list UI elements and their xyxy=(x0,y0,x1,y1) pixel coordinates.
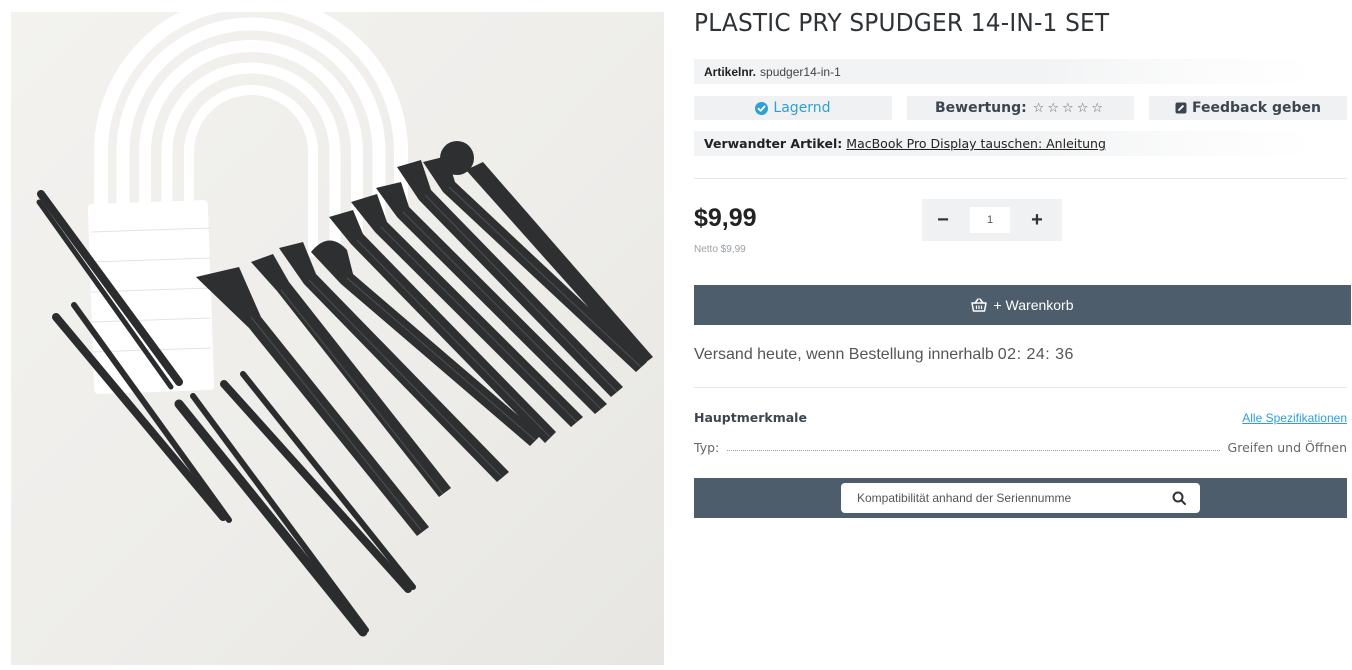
sku-value: spudger14-in-1 xyxy=(760,64,841,79)
add-to-cart-label: + Warenkorb xyxy=(993,297,1074,313)
features-title: Hauptmerkmale xyxy=(694,410,807,425)
spudgers xyxy=(196,141,653,536)
shipping-text: Versand heute, wenn Bestellung innerhalb xyxy=(694,346,994,363)
all-specifications-link[interactable]: Alle Spezifikationen xyxy=(1242,411,1347,425)
quantity-decrease-button[interactable]: − xyxy=(922,199,964,241)
sku-label: Artikelnr. xyxy=(704,64,757,79)
spec-value: Greifen und Öffnen xyxy=(1227,440,1347,455)
netto-price: Netto $9,99 xyxy=(694,244,746,255)
edit-square-icon xyxy=(1175,102,1187,114)
shipping-info: Versand heute, wenn Bestellung innerhalb… xyxy=(694,346,1074,364)
search-icon[interactable] xyxy=(1172,491,1186,505)
divider xyxy=(694,387,1347,388)
shipping-countdown: 02: 24: 36 xyxy=(997,346,1074,363)
rating-label: Bewertung: xyxy=(934,100,1027,116)
serial-search-box xyxy=(841,483,1200,513)
stock-label: Lagernd xyxy=(773,100,831,116)
spec-row: Typ: Greifen und Öffnen xyxy=(694,440,1347,455)
spudger-set-illustration xyxy=(36,12,653,637)
rating[interactable]: Bewertung: ☆☆☆☆☆ xyxy=(907,96,1134,120)
stock-status: Lagernd xyxy=(694,96,892,120)
check-circle-icon xyxy=(755,101,769,115)
product-title: PLASTIC PRY SPUDGER 14-IN-1 SET xyxy=(694,8,1110,37)
feedback-button[interactable]: Feedback geben xyxy=(1149,96,1347,120)
related-label: Verwandter Artikel: xyxy=(704,136,843,151)
spec-label: Typ: xyxy=(694,440,720,455)
related-article-link[interactable]: MacBook Pro Display tauschen: Anleitung xyxy=(846,136,1106,151)
related-article: Verwandter Artikel: MacBook Pro Display … xyxy=(694,131,1314,156)
serial-search-bar xyxy=(694,478,1347,518)
feedback-label: Feedback geben xyxy=(1192,100,1321,116)
sku-strip: Artikelnr. spudger14-in-1 xyxy=(694,59,1314,84)
quantity-input[interactable] xyxy=(970,207,1010,233)
divider xyxy=(694,178,1347,179)
spec-leader-dots xyxy=(727,450,1220,451)
rating-stars[interactable]: ☆☆☆☆☆ xyxy=(1033,101,1106,116)
add-to-cart-button[interactable]: + Warenkorb xyxy=(694,285,1351,325)
price: $9,99 xyxy=(694,204,757,232)
quantity-stepper: − + xyxy=(922,199,1062,241)
quantity-increase-button[interactable]: + xyxy=(1016,199,1058,241)
product-image xyxy=(11,12,664,665)
serial-number-input[interactable] xyxy=(857,491,1157,505)
basket-icon xyxy=(971,298,988,312)
